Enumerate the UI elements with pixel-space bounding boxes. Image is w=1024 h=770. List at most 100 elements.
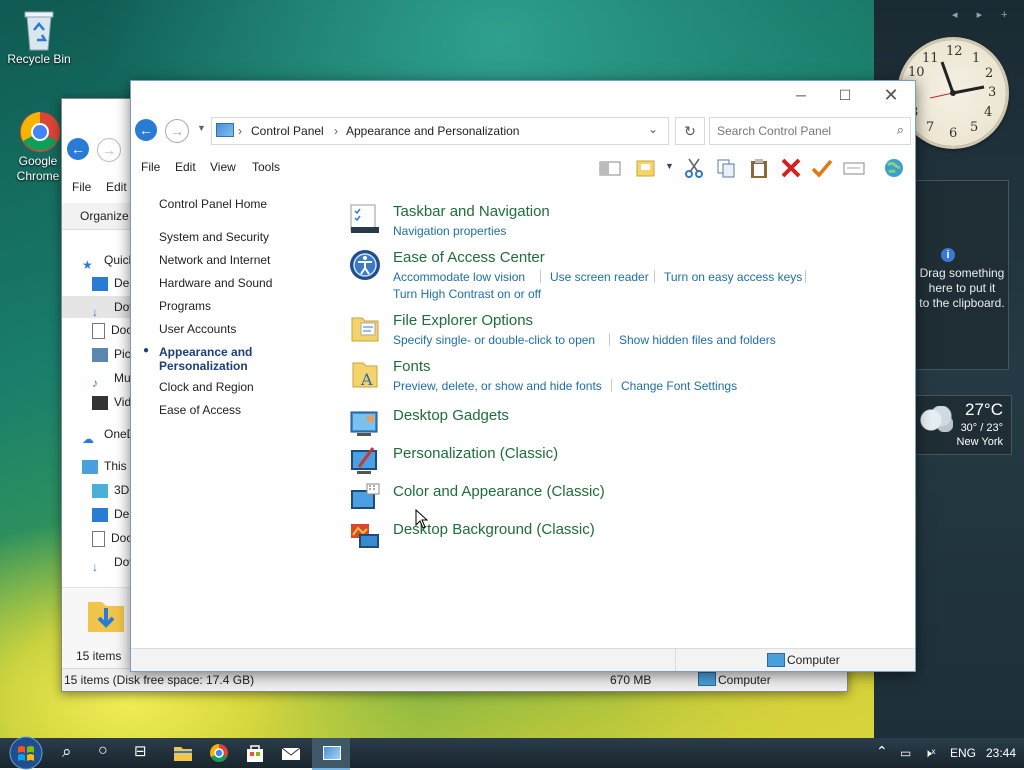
- store-bag-icon[interactable]: [244, 742, 266, 764]
- clipboard-line: Drag something: [919, 266, 1005, 280]
- network-icon[interactable]: ▭: [900, 746, 911, 760]
- search-input[interactable]: Search Control Panel: [717, 124, 831, 138]
- link-use-screen-reader[interactable]: Use screen reader: [550, 270, 649, 284]
- address-bar[interactable]: › Control Panel › Appearance and Persona…: [211, 117, 669, 145]
- desktop-icon-recycle-bin[interactable]: Recycle Bin: [4, 8, 74, 66]
- breadcrumb-appearance[interactable]: Appearance and Personalization: [346, 124, 519, 138]
- category-title[interactable]: File Explorer Options: [393, 312, 533, 329]
- back-arrow-icon[interactable]: ←: [67, 138, 89, 160]
- recent-locations-chevron-icon[interactable]: ▼: [197, 123, 206, 133]
- maximize-button[interactable]: ☐: [823, 83, 867, 107]
- personalization-icon: [351, 447, 377, 474]
- forward-arrow-icon[interactable]: →: [97, 138, 121, 162]
- gadget-nav-arrows[interactable]: ◂ ▸ +: [952, 8, 1016, 21]
- dropdown-chevron-icon[interactable]: ▼: [665, 161, 674, 171]
- organize-button[interactable]: Organize: [80, 209, 129, 223]
- refresh-icon[interactable]: ↻: [675, 117, 705, 145]
- minimize-button[interactable]: ─: [779, 83, 823, 107]
- copy-icon[interactable]: [715, 157, 737, 179]
- category-title[interactable]: Fonts: [393, 358, 431, 375]
- clipboard-gadget[interactable]: i Drag something here to put it to the c…: [905, 180, 1009, 370]
- tree-item-onedrive[interactable]: ☁ OneDrive: [82, 423, 132, 446]
- active-bullet-icon: ●: [143, 345, 150, 356]
- category-title[interactable]: Desktop Gadgets: [393, 407, 509, 424]
- show-hidden-icons-chevron-icon[interactable]: ⌃: [876, 743, 888, 760]
- control-panel-icon: [323, 746, 341, 760]
- delete-x-icon[interactable]: [780, 157, 802, 179]
- back-arrow-icon[interactable]: ←: [135, 119, 157, 141]
- forward-arrow-icon[interactable]: →: [165, 119, 189, 143]
- link-easy-access-keys[interactable]: Turn on easy access keys: [664, 270, 802, 284]
- link-accommodate-low-vision[interactable]: Accommodate low vision: [393, 270, 525, 284]
- mail-icon[interactable]: [280, 742, 302, 764]
- tree-item-music[interactable]: ♪Music: [92, 367, 132, 390]
- volume-muted-icon[interactable]: 🕨ˣ: [924, 746, 936, 761]
- nav-label-line: Appearance and: [159, 345, 253, 359]
- menu-file[interactable]: File: [72, 180, 91, 194]
- link-preview-delete-fonts[interactable]: Preview, delete, or show and hide fonts: [393, 379, 602, 393]
- tree-item-3d-objects[interactable]: 3D Objects: [92, 479, 132, 501]
- menu-view[interactable]: View: [210, 160, 236, 174]
- properties-folder-icon[interactable]: [635, 157, 657, 179]
- tree-item-downloads[interactable]: ↓Downloads: [62, 296, 132, 319]
- link-navigation-properties[interactable]: Navigation properties: [393, 224, 506, 238]
- cloud-icon: ☁: [82, 431, 94, 446]
- file-explorer-icon[interactable]: [172, 742, 194, 764]
- link-show-hidden-files[interactable]: Show hidden files and folders: [619, 333, 776, 347]
- nav-system-security[interactable]: System and Security: [159, 230, 269, 244]
- category-title[interactable]: Color and Appearance (Classic): [393, 483, 605, 500]
- search-icon[interactable]: ⌕: [62, 742, 84, 764]
- tree-item-this-pc[interactable]: This PC: [82, 455, 132, 477]
- globe-icon[interactable]: [883, 157, 905, 179]
- link-high-contrast[interactable]: Turn High Contrast on or off: [393, 287, 541, 301]
- search-box[interactable]: Search Control Panel ⌕: [709, 117, 911, 145]
- menu-file[interactable]: File: [141, 160, 160, 174]
- tree-item-desktop[interactable]: Desktop: [92, 503, 132, 525]
- clipboard-text: Drag something here to put it to the cli…: [906, 266, 1008, 311]
- tree-item-quick-access[interactable]: ★ Quick access: [82, 249, 132, 272]
- search-icon[interactable]: ⌕: [897, 122, 904, 138]
- nav-control-panel-home[interactable]: Control Panel Home: [159, 197, 267, 211]
- close-button[interactable]: ✕: [869, 83, 913, 107]
- category-title[interactable]: Ease of Access Center: [393, 249, 545, 266]
- tree-item-desktop[interactable]: Desktop: [92, 272, 132, 294]
- nav-ease-of-access[interactable]: Ease of Access: [159, 403, 241, 417]
- tree-item-pictures[interactable]: Pictures: [92, 343, 132, 365]
- nav-programs[interactable]: Programs: [159, 299, 211, 313]
- language-indicator[interactable]: ENG: [950, 746, 976, 760]
- control-panel-window[interactable]: ─ ☐ ✕ ← → ▼ › Control Panel › Appearance…: [130, 80, 916, 672]
- task-view-icon[interactable]: ⊟: [134, 742, 156, 764]
- nav-hardware-sound[interactable]: Hardware and Sound: [159, 276, 272, 290]
- menu-edit[interactable]: Edit: [175, 160, 196, 174]
- nav-network-internet[interactable]: Network and Internet: [159, 253, 270, 267]
- control-panel-taskbar-button[interactable]: [312, 738, 350, 770]
- menu-edit[interactable]: Edit: [106, 180, 127, 194]
- cut-scissors-icon[interactable]: [683, 157, 705, 179]
- link-change-font-settings[interactable]: Change Font Settings: [621, 379, 737, 393]
- link-separator: [611, 379, 612, 392]
- tree-item-videos[interactable]: Videos: [92, 391, 132, 413]
- tree-item-downloads[interactable]: ↓Downloads: [92, 551, 132, 574]
- layout-pane-icon[interactable]: [599, 157, 621, 179]
- rename-icon[interactable]: [843, 157, 865, 179]
- status-location: Computer: [787, 653, 840, 667]
- category-title[interactable]: Personalization (Classic): [393, 445, 558, 462]
- paste-clipboard-icon[interactable]: [748, 157, 770, 179]
- clock-time[interactable]: 23:44: [986, 746, 1016, 760]
- nav-user-accounts[interactable]: User Accounts: [159, 322, 236, 336]
- cortana-circle-icon[interactable]: ○: [98, 742, 120, 764]
- category-title[interactable]: Taskbar and Navigation: [393, 203, 550, 220]
- nav-appearance-personalization[interactable]: Appearance and Personalization: [159, 345, 252, 373]
- breadcrumb-control-panel[interactable]: Control Panel: [251, 124, 324, 138]
- link-single-double-click[interactable]: Specify single- or double-click to open: [393, 333, 595, 347]
- title-bar: ─ ☐ ✕: [131, 81, 915, 111]
- chrome-icon[interactable]: [208, 742, 230, 764]
- nav-clock-region[interactable]: Clock and Region: [159, 380, 254, 394]
- tree-item-documents[interactable]: Documents: [92, 527, 132, 549]
- address-dropdown-chevron-icon[interactable]: ⌄: [648, 122, 658, 136]
- weather-gadget[interactable]: 27°C 30° / 23° New York: [910, 395, 1012, 455]
- checkmark-icon[interactable]: [811, 157, 833, 179]
- tree-item-documents[interactable]: Documents: [92, 319, 132, 341]
- start-button-windows-icon[interactable]: [6, 736, 46, 770]
- menu-tools[interactable]: Tools: [252, 160, 280, 174]
